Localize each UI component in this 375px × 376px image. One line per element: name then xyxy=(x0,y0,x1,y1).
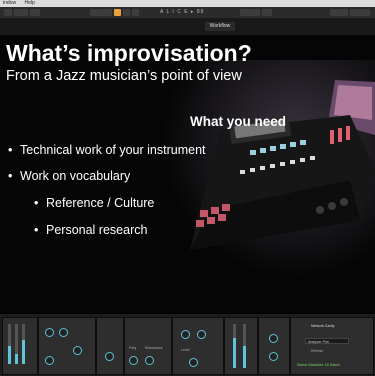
record-button[interactable] xyxy=(132,9,139,16)
device-network-cavity[interactable]: Network Cavity Analyzer Plot Refresh Noi… xyxy=(290,317,374,375)
device-utility[interactable] xyxy=(224,317,258,375)
position-field[interactable] xyxy=(90,9,112,16)
slide-subtitle: From a Jazz musician’s point of view xyxy=(6,68,242,84)
bullet-item: • Technical work of your instrument xyxy=(8,143,206,157)
device-eq[interactable]: Freq Resonance xyxy=(124,317,172,375)
chorus-knob[interactable] xyxy=(181,330,190,339)
device-chain-panel: Freq Resonance Level Network Cavity Anal… xyxy=(0,313,375,376)
stop-button[interactable] xyxy=(123,9,130,16)
menu-item-help[interactable]: Help xyxy=(24,0,34,6)
controller-photo xyxy=(150,60,375,290)
slide-title: What’s improvisation? xyxy=(6,40,252,66)
filter-knob[interactable] xyxy=(45,356,54,365)
device-envelope[interactable] xyxy=(2,317,38,375)
bullet-text: Work on vocabulary xyxy=(20,169,131,183)
bullet-text: Personal research xyxy=(46,223,148,237)
filter-knob[interactable] xyxy=(73,346,82,355)
chorus-knob[interactable] xyxy=(197,330,206,339)
bullet-glyph: • xyxy=(8,143,13,157)
draw-mode-button[interactable] xyxy=(262,9,272,16)
utility-fader[interactable] xyxy=(243,324,246,368)
play-button[interactable] xyxy=(114,9,121,16)
eq-knob[interactable] xyxy=(145,356,154,365)
menu-item-window[interactable]: indow xyxy=(3,0,16,6)
menu-bar: indow Help xyxy=(0,0,375,7)
bullet-item: • Work on vocabulary xyxy=(8,169,130,183)
device-filter[interactable] xyxy=(38,317,96,375)
bullet-text: Technical work of your instrument xyxy=(20,143,206,157)
presentation-slide: What’s improvisation? From a Jazz musici… xyxy=(0,35,375,313)
eq-knob[interactable] xyxy=(129,356,138,365)
envelope-fader[interactable] xyxy=(8,324,11,364)
envelope-fader[interactable] xyxy=(15,324,18,364)
sub-bullet-item: • Personal research xyxy=(34,223,147,237)
chorus-knob[interactable] xyxy=(189,358,198,367)
chorus-label: Level xyxy=(181,348,190,352)
bullet-glyph: • xyxy=(34,223,39,237)
filter-knob[interactable] xyxy=(45,328,54,337)
bullet-text: Reference / Culture xyxy=(46,196,155,210)
tab-workflow[interactable]: Workflow xyxy=(205,22,235,31)
lfo-knob[interactable] xyxy=(105,352,114,361)
device-macro[interactable] xyxy=(258,317,290,375)
utility-fader[interactable] xyxy=(233,324,236,368)
envelope-fader[interactable] xyxy=(22,324,25,364)
eq-label: Freq xyxy=(129,346,137,350)
device-title: Network Cavity xyxy=(311,324,335,328)
filter-knob[interactable] xyxy=(59,328,68,337)
device-chorus[interactable]: Level xyxy=(172,317,224,375)
sub-bullet-item: • Reference / Culture xyxy=(34,196,154,210)
refresh-button[interactable]: Refresh xyxy=(311,349,323,353)
tap-button[interactable] xyxy=(4,9,12,16)
bullet-glyph: • xyxy=(34,196,39,210)
macro-knob[interactable] xyxy=(269,334,278,343)
loop-field[interactable] xyxy=(240,9,260,16)
macro-knob[interactable] xyxy=(269,352,278,361)
tab-strip: Workflow xyxy=(0,18,375,35)
time-signature-field[interactable] xyxy=(30,9,40,16)
key-midi-indicator xyxy=(350,9,370,16)
device-lfo[interactable] xyxy=(96,317,124,375)
cpu-meter xyxy=(330,9,348,16)
slide-heading: What you need xyxy=(190,114,287,129)
analyzer-dropdown[interactable]: Analyzer Plot xyxy=(305,338,349,344)
song-title: A L I C E ▸ 89 xyxy=(160,9,205,15)
device-footer-label: Noise Machine 16 Band xyxy=(297,362,340,367)
tempo-field[interactable] xyxy=(14,9,28,16)
bullet-glyph: • xyxy=(8,169,13,183)
eq-label: Resonance xyxy=(145,346,163,350)
